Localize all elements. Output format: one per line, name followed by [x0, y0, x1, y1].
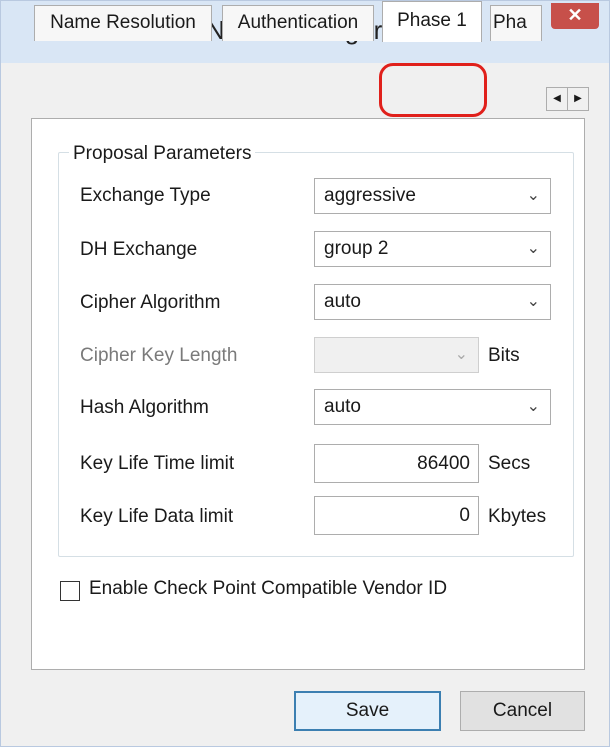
- dh-exchange-value: group 2: [324, 238, 389, 259]
- chevron-down-icon: ⌄: [526, 398, 540, 415]
- arrow-left-icon: ◀: [553, 93, 561, 104]
- chevron-down-icon: ⌄: [526, 240, 540, 257]
- phase-1-highlight-annotation: [379, 63, 487, 117]
- vendor-id-label[interactable]: Enable Check Point Compatible Vendor ID: [89, 578, 447, 600]
- cancel-button[interactable]: Cancel: [460, 691, 585, 731]
- close-button[interactable]: ✕: [551, 3, 599, 29]
- vendor-id-checkbox[interactable]: [60, 581, 80, 601]
- hash-algorithm-label: Hash Algorithm: [80, 397, 209, 418]
- hash-algorithm-select[interactable]: auto ⌄: [314, 389, 551, 425]
- key-life-time-unit: Secs: [488, 453, 531, 474]
- key-life-data-input[interactable]: 0: [314, 496, 479, 535]
- proposal-parameters-label: Proposal Parameters: [69, 143, 256, 165]
- tab-scroll-left-button[interactable]: ◀: [546, 87, 568, 111]
- dh-exchange-label: DH Exchange: [80, 239, 198, 260]
- key-life-data-label: Key Life Data limit: [80, 506, 234, 527]
- vpn-site-configuration-dialog: VPN Site Configuration ✕ Name Resolution…: [0, 0, 610, 747]
- exchange-type-select[interactable]: aggressive ⌄: [314, 178, 551, 214]
- cipher-algorithm-select[interactable]: auto ⌄: [314, 284, 551, 320]
- cipher-key-length-label: Cipher Key Length: [80, 345, 238, 366]
- tab-phase-2[interactable]: Pha: [490, 5, 542, 41]
- cipher-algorithm-label: Cipher Algorithm: [80, 292, 221, 313]
- tab-scroll-right-button[interactable]: ▶: [567, 87, 589, 111]
- tab-authentication[interactable]: Authentication: [222, 5, 374, 41]
- chevron-down-icon: ⌄: [526, 187, 540, 204]
- cipher-algorithm-value: auto: [324, 291, 361, 312]
- close-icon: ✕: [567, 5, 583, 25]
- exchange-type-value: aggressive: [324, 185, 416, 206]
- tab-phase-1[interactable]: Phase 1: [382, 1, 482, 42]
- save-button[interactable]: Save: [294, 691, 441, 731]
- tab-name-resolution[interactable]: Name Resolution: [34, 5, 212, 41]
- exchange-type-label: Exchange Type: [80, 185, 211, 206]
- hash-algorithm-value: auto: [324, 396, 361, 417]
- key-life-time-input[interactable]: 86400: [314, 444, 479, 483]
- chevron-down-icon: ⌄: [454, 346, 468, 363]
- cipher-key-length-select: ⌄: [314, 337, 479, 373]
- cipher-key-length-unit: Bits: [488, 345, 520, 366]
- key-life-time-label: Key Life Time limit: [80, 453, 235, 474]
- key-life-data-unit: Kbytes: [488, 506, 547, 527]
- dh-exchange-select[interactable]: group 2 ⌄: [314, 231, 551, 267]
- arrow-right-icon: ▶: [574, 93, 582, 104]
- chevron-down-icon: ⌄: [526, 293, 540, 310]
